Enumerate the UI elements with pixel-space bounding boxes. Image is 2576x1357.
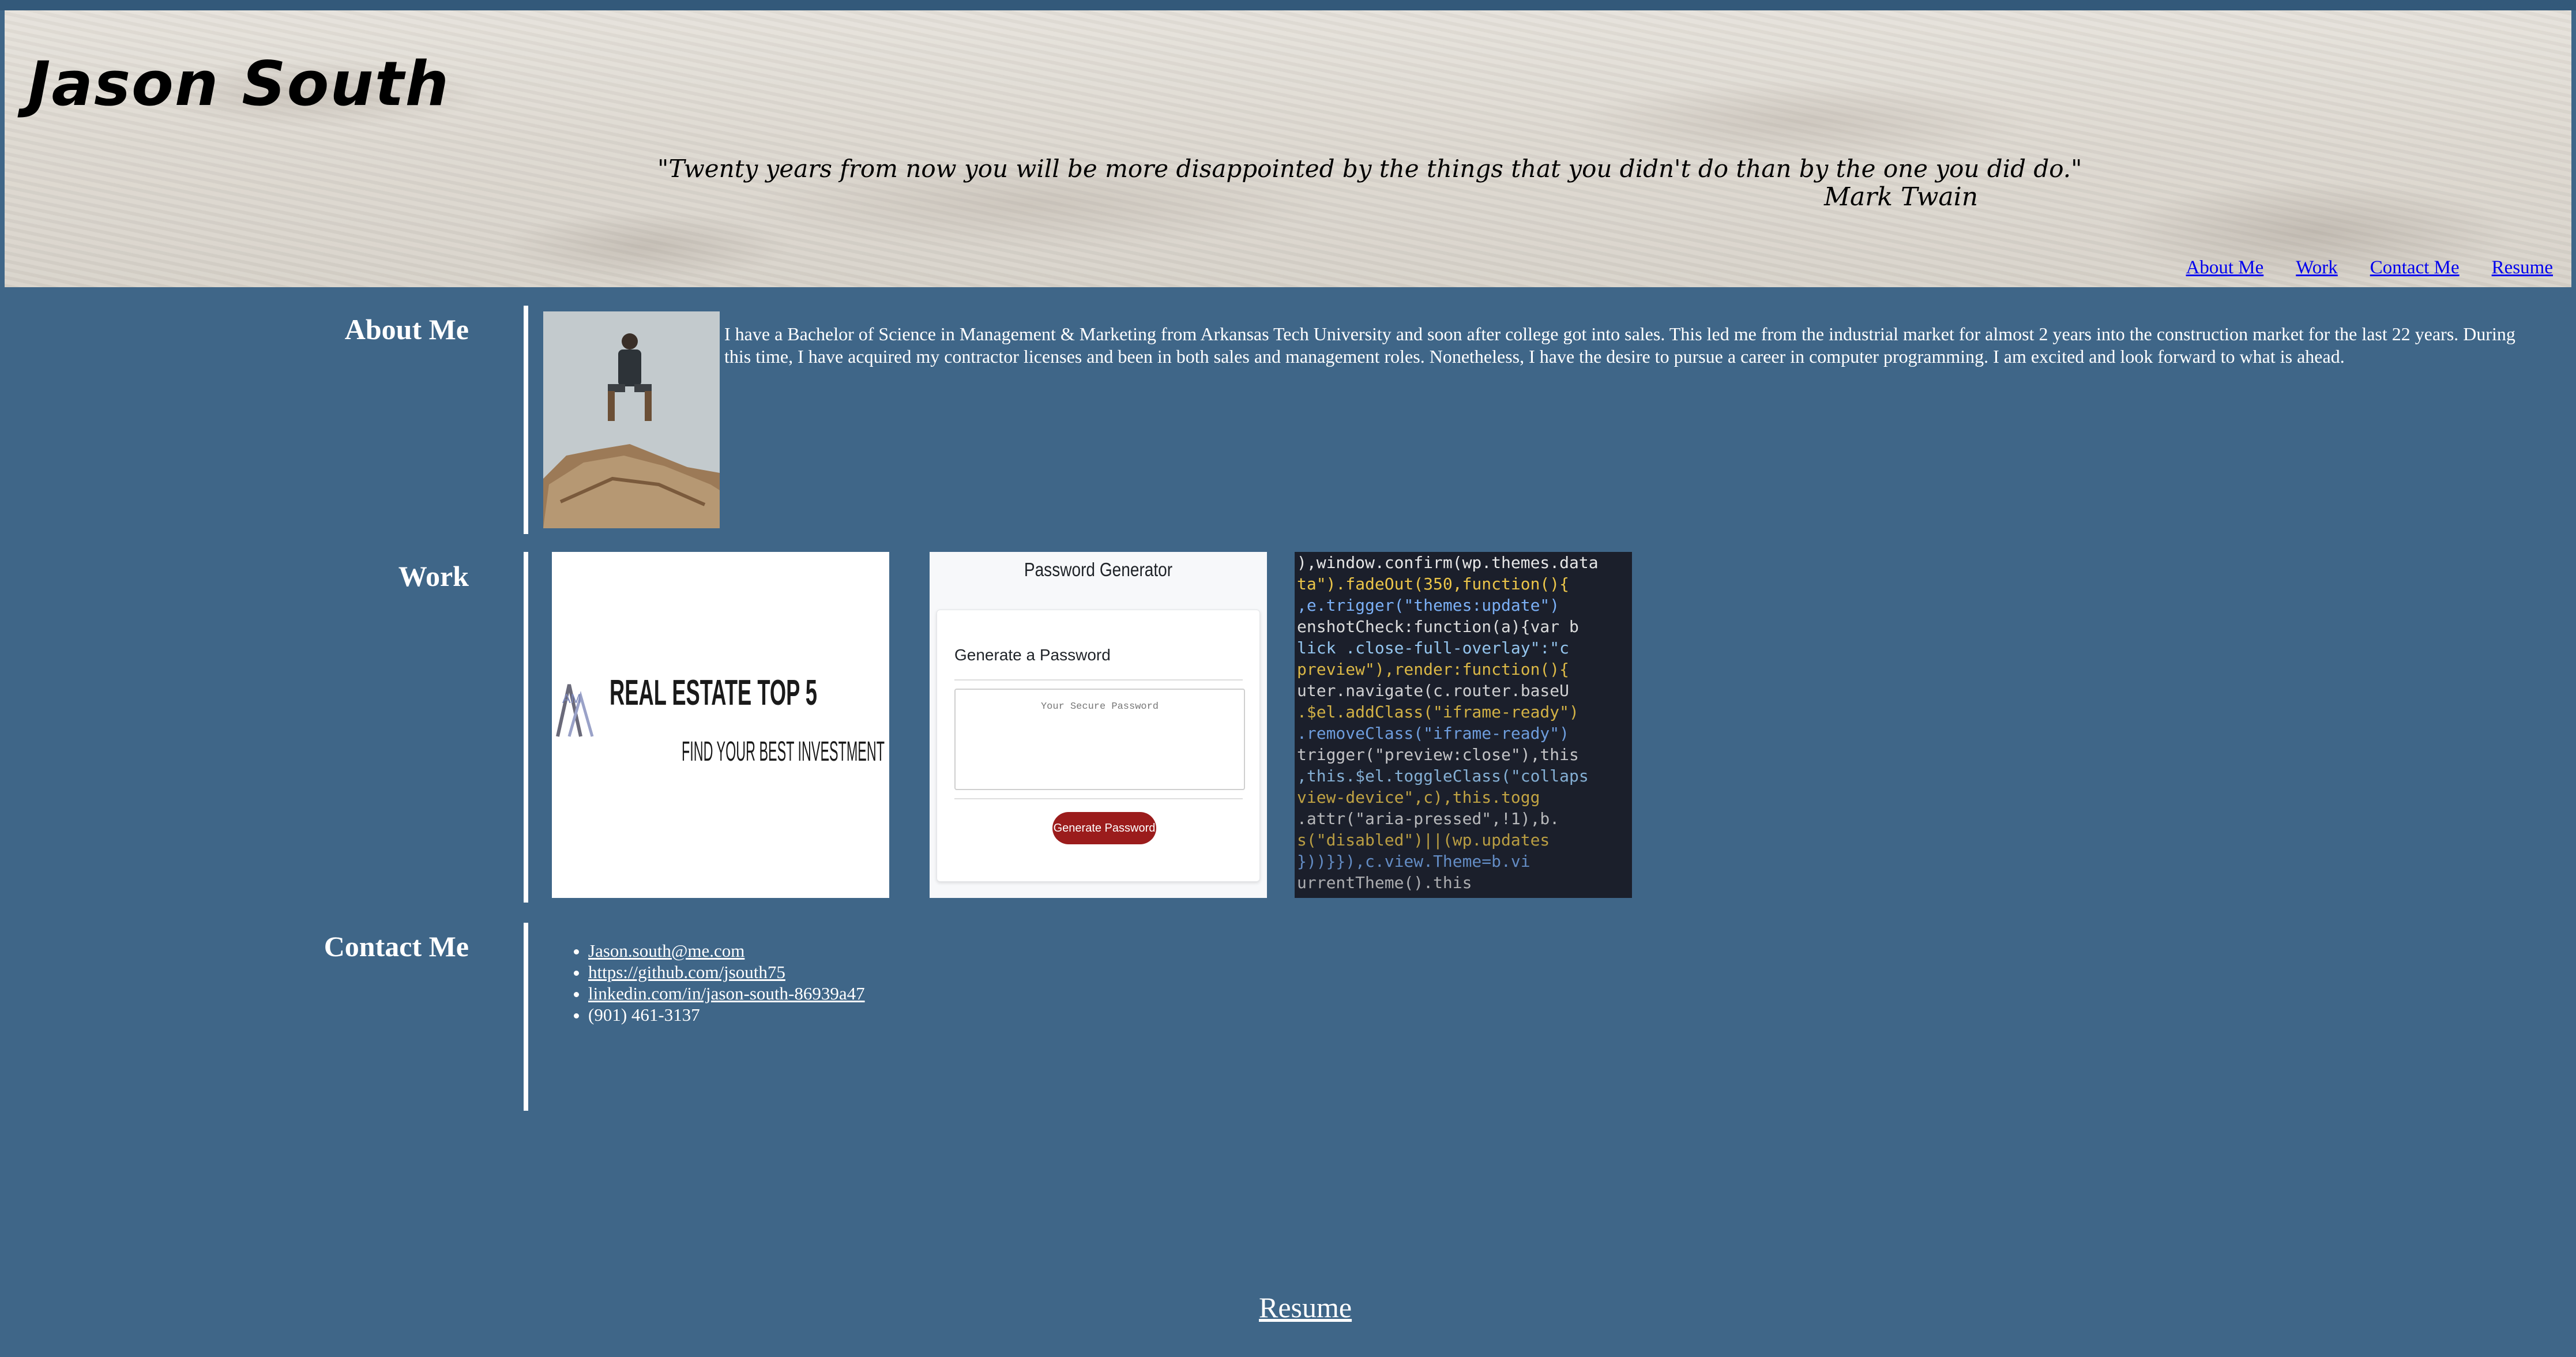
project-code-thumbnail[interactable]: ),window.confirm(wp.themes.data ta").fade…: [1295, 552, 1632, 898]
password-output-placeholder: Your Secure Password: [1040, 701, 1159, 712]
code-line: }))}}),c.view.Theme=b.vi: [1297, 852, 1530, 871]
code-line: .removeClass("iframe-ready"): [1297, 724, 1570, 743]
nav-link-resume[interactable]: Resume: [2492, 257, 2553, 279]
code-line: ta").fadeOut(350,function(){: [1297, 574, 1570, 593]
contact-item-phone: (901) 461-3137: [588, 1004, 865, 1025]
profile-photo: [543, 311, 720, 528]
code-line: ,this.$el.toggleClass("collaps: [1297, 766, 1589, 785]
password-card-heading: Generate a Password: [954, 646, 1111, 664]
code-line: view-device",c),this.togg: [1297, 788, 1540, 807]
password-generator-title: Password Generator: [1024, 559, 1173, 580]
code-line: preview"),render:function(){: [1297, 660, 1570, 679]
generate-password-button[interactable]: Generate Password: [1052, 812, 1156, 844]
contact-heading: Contact Me: [324, 930, 469, 963]
real-estate-thumbnail-image: REAL ESTATE TOP 5 FIND YOUR BEST INVESTM…: [552, 552, 889, 898]
code-line: ),window.confirm(wp.themes.data: [1297, 553, 1599, 572]
contact-divider: [524, 923, 528, 1111]
linkedin-link[interactable]: linkedin.com/in/jason-south-86939a47: [588, 983, 865, 1003]
header-banner: Jason South "Twenty years from now you w…: [5, 10, 2571, 287]
real-estate-subtitle: FIND YOUR BEST INVESTMENT: [682, 736, 885, 767]
code-line: .$el.addClass("iframe-ready"): [1297, 702, 1579, 721]
about-text: I have a Bachelor of Science in Manageme…: [724, 324, 2515, 367]
password-output-textarea[interactable]: Your Secure Password: [954, 689, 1245, 790]
nav-link-contact-me[interactable]: Contact Me: [2370, 257, 2460, 279]
contact-item-linkedin: linkedin.com/in/jason-south-86939a47: [588, 983, 865, 1004]
code-line: urrentTheme().this: [1297, 873, 1472, 892]
code-line: enshotCheck:function(a){var b: [1297, 617, 1579, 636]
about-divider: [524, 306, 528, 534]
nav-link-about-me[interactable]: About Me: [2186, 257, 2264, 279]
project-password-generator-thumbnail[interactable]: Password Generator Generate a Password Y…: [930, 552, 1267, 898]
email-link[interactable]: Jason.south@me.com: [588, 941, 744, 961]
card-footer-divider: [954, 798, 1243, 799]
profile-photo-image: [543, 311, 720, 528]
code-snippet-image: ),window.confirm(wp.themes.data ta").fade…: [1295, 552, 1632, 898]
code-line: s("disabled")||(wp.updates: [1297, 830, 1550, 849]
code-line: trigger("preview:close"),this: [1297, 745, 1579, 764]
real-estate-logo-text: AM: [562, 691, 581, 706]
real-estate-title: REAL ESTATE TOP 5: [610, 673, 817, 713]
code-line: uter.navigate(c.router.baseU: [1297, 681, 1570, 700]
card-heading-divider: [954, 679, 1243, 681]
header-quote: "Twenty years from now you will be more …: [657, 155, 2082, 183]
top-border: [0, 0, 2576, 10]
site-title: Jason South: [28, 48, 450, 119]
contact-list: Jason.south@me.com https://github.com/js…: [588, 940, 865, 1025]
github-link[interactable]: https://github.com/jsouth75: [588, 962, 785, 982]
work-divider: [524, 552, 528, 903]
password-card: Generate a Password Your Secure Password…: [937, 610, 1260, 882]
quote-author: Mark Twain: [1824, 182, 1979, 212]
main-nav: About Me Work Contact Me Resume: [2186, 257, 2553, 279]
code-line: lick .close-full-overlay":"c: [1297, 638, 1570, 657]
contact-item-github: https://github.com/jsouth75: [588, 961, 865, 983]
nav-link-work[interactable]: Work: [2296, 257, 2338, 279]
code-line: .attr("aria-pressed",!1),b.: [1297, 809, 1560, 828]
about-heading: About Me: [344, 313, 469, 345]
contact-item-email: Jason.south@me.com: [588, 940, 865, 961]
code-line: ,e.trigger("themes:update"): [1297, 596, 1560, 615]
work-heading: Work: [398, 560, 469, 592]
footer-resume-link[interactable]: Resume: [1259, 1291, 1352, 1324]
project-real-estate-thumbnail[interactable]: REAL ESTATE TOP 5 FIND YOUR BEST INVESTM…: [552, 552, 889, 898]
